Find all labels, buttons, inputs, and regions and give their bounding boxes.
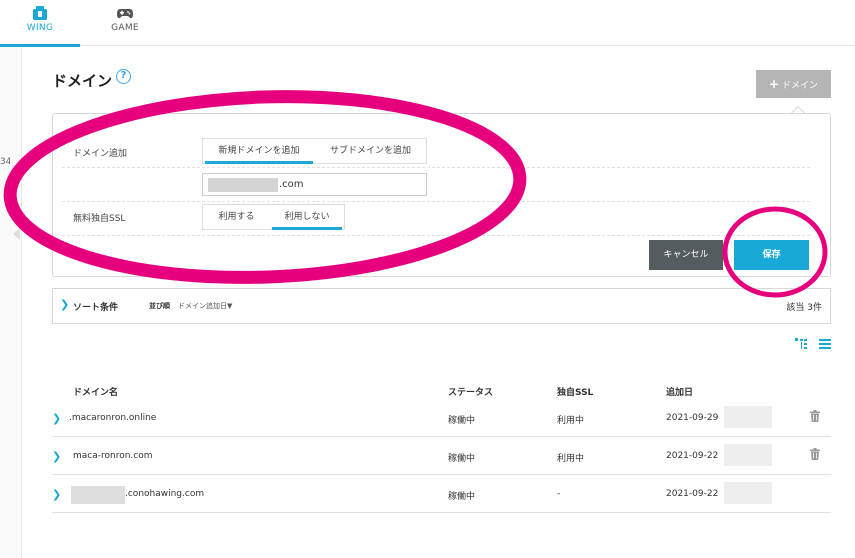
column-header-status: ステータス	[448, 388, 494, 398]
redacted-text	[724, 406, 772, 428]
new-domain-option[interactable]: 新規ドメインを追加	[203, 139, 315, 164]
form-divider	[62, 167, 810, 168]
plus-icon: +	[768, 77, 780, 91]
tab-wing[interactable]: WING	[0, 0, 80, 47]
ssl-not-use-option[interactable]: 利用しない	[270, 205, 344, 230]
column-header-ssl: 独自SSL	[557, 388, 594, 398]
row-ssl: 利用中	[557, 416, 585, 426]
redacted-text	[208, 178, 278, 192]
row-domain-name[interactable]: .conohawing.com	[125, 489, 204, 499]
row-date: 2021-09-22	[666, 451, 719, 461]
add-domain-button[interactable]: + ドメイン	[756, 70, 831, 98]
ssl-selector: 利用する 利用しない	[202, 204, 345, 230]
redacted-text	[71, 486, 125, 504]
chevron-right-icon: ❯	[60, 298, 70, 311]
sort-order-label: 並び順	[149, 302, 170, 310]
tab-game-label: GAME	[111, 23, 139, 33]
sort-conditions-bar[interactable]: ❯ ソート条件 並び順 ドメイン追加日▼ 該当 3件	[52, 288, 831, 324]
redacted-text	[724, 444, 772, 466]
result-count: 該当 3件	[786, 303, 822, 313]
domain-add-label: ドメイン追加	[73, 149, 128, 159]
side-panel-text: 34	[0, 157, 10, 167]
gamepad-icon	[117, 9, 133, 19]
chevron-right-icon[interactable]: ❯	[52, 412, 61, 425]
page-title: ドメイン	[52, 72, 113, 90]
form-divider	[62, 235, 810, 236]
chevron-right-icon[interactable]: ❯	[52, 450, 61, 463]
row-date: 2021-09-22	[666, 489, 719, 499]
add-domain-label: ドメイン	[782, 81, 819, 91]
redacted-text	[724, 482, 772, 504]
cancel-button[interactable]: キャンセル	[649, 240, 723, 270]
ssl-use-option[interactable]: 利用する	[203, 205, 270, 229]
trash-icon[interactable]	[810, 410, 820, 422]
domain-type-selector: 新規ドメインを追加 サブドメインを追加	[202, 138, 427, 164]
trash-icon[interactable]	[810, 448, 820, 460]
ssl-label: 無料独自SSL	[73, 214, 126, 224]
question-icon[interactable]: ?	[116, 69, 131, 84]
list-view-icon[interactable]	[819, 338, 831, 350]
row-domain-name[interactable]: .macaronron.online	[69, 413, 156, 423]
chevron-right-icon[interactable]: ❯	[52, 488, 61, 501]
table-row[interactable]: ❯ .conohawing.com 稼働中 - 2021-09-22	[52, 476, 831, 513]
table-row[interactable]: ❯ maca-ronron.com 稼働中 利用中 2021-09-22	[52, 438, 831, 475]
column-header-domain: ドメイン名	[73, 388, 119, 398]
row-ssl: 利用中	[557, 454, 585, 464]
column-header-date: 追加日	[666, 388, 694, 398]
save-button[interactable]: 保存	[734, 240, 809, 270]
domain-input[interactable]: .com	[202, 173, 427, 196]
subdomain-option[interactable]: サブドメインを追加	[315, 139, 426, 163]
row-status: 稼働中	[448, 416, 476, 426]
side-panel-edge: 34	[0, 47, 22, 558]
row-date: 2021-09-29	[666, 413, 719, 423]
tree-view-icon[interactable]	[795, 338, 807, 350]
side-panel-toggle-icon[interactable]	[13, 228, 20, 240]
wing-icon	[33, 6, 47, 20]
row-ssl: -	[557, 489, 561, 499]
row-status: 稼働中	[448, 454, 476, 464]
domain-input-value: .com	[279, 179, 304, 190]
sort-order-value[interactable]: ドメイン追加日▼	[178, 301, 232, 311]
sort-title: ソート条件	[73, 303, 119, 313]
tab-game[interactable]: GAME	[85, 0, 165, 46]
table-row[interactable]: ❯ .macaronron.online 稼働中 利用中 2021-09-29	[52, 400, 831, 437]
tab-wing-label: WING	[26, 23, 54, 33]
form-divider	[62, 201, 810, 202]
top-nav: WING GAME	[0, 0, 855, 47]
row-status: 稼働中	[448, 492, 476, 502]
row-domain-name[interactable]: maca-ronron.com	[73, 451, 153, 461]
